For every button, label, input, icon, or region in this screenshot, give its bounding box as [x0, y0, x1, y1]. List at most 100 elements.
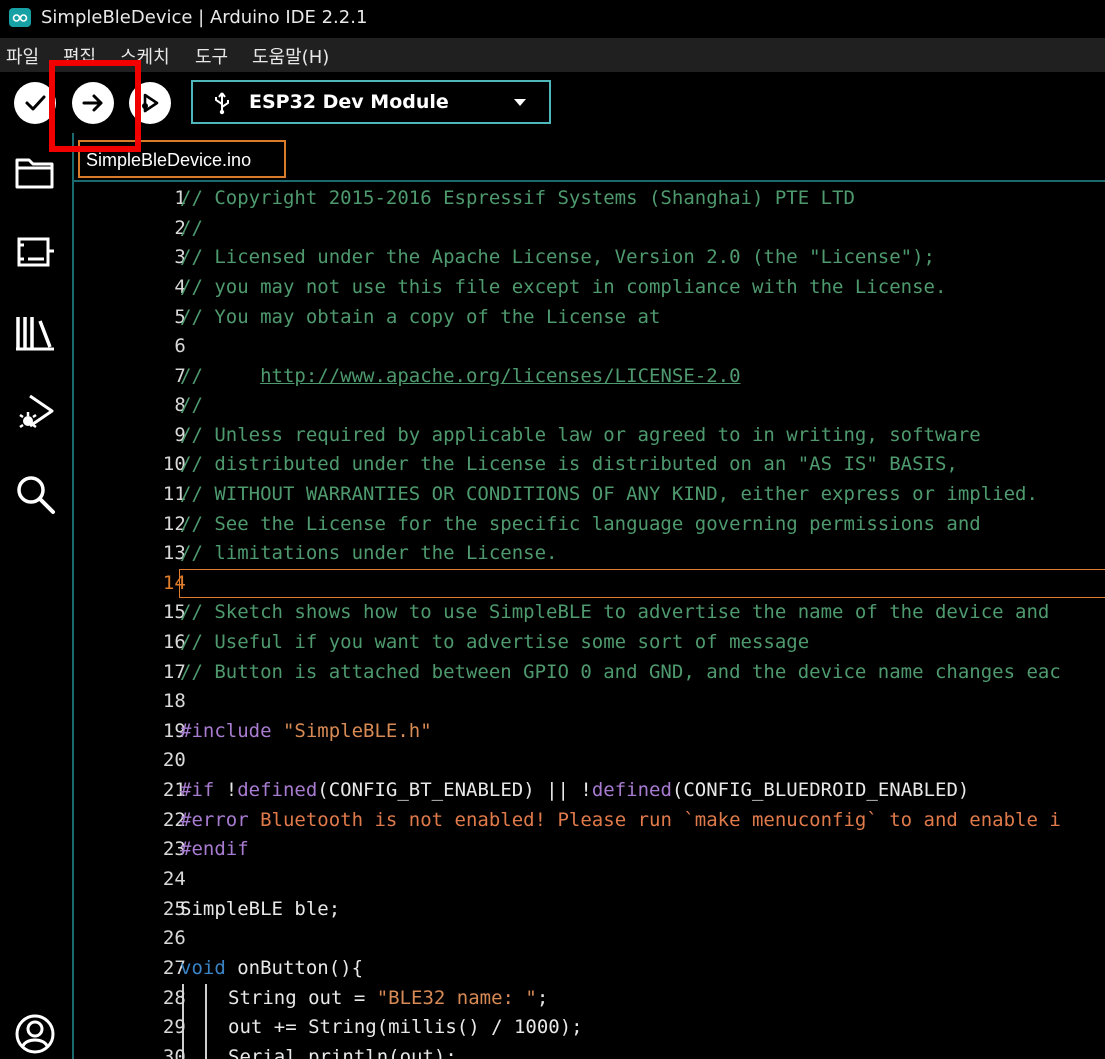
upload-icon: [82, 94, 103, 112]
line-number: 19: [162, 720, 186, 742]
line-number: 13: [162, 542, 186, 564]
line-number: 28: [162, 987, 186, 1009]
if-directive: #if: [180, 779, 215, 801]
code-text: // You may obtain a copy of the License …: [180, 306, 661, 328]
line-number: 6: [174, 335, 186, 357]
line-number: 15: [162, 601, 186, 623]
code-token: Serial: [228, 1046, 297, 1059]
code-text: // limitations under the License.: [180, 542, 558, 564]
usb-icon: [215, 92, 229, 115]
code-line: 29 out += String(millis() / 1000);: [74, 1013, 1105, 1043]
folder-icon[interactable]: [14, 151, 56, 193]
line-number: 5: [174, 306, 186, 328]
code-text: // See the License for the specific lang…: [180, 513, 981, 535]
code-text: // Sketch shows how to use SimpleBLE to …: [180, 601, 1050, 623]
line-number: 17: [162, 661, 186, 683]
code-text: void onButton(){: [180, 957, 363, 979]
code-token: (CONFIG_BT_ENABLED) || !: [317, 779, 592, 801]
code-token: ;: [536, 987, 549, 1009]
code-text: #error Bluetooth is not enabled! Please …: [180, 809, 1061, 831]
code-line: 21 #if !defined(CONFIG_BT_ENABLED) || !d…: [74, 776, 1105, 806]
menu-help[interactable]: 도움말(H): [252, 43, 329, 69]
code-line: 13 // limitations under the License.: [74, 539, 1105, 569]
code-token: .println(out);: [296, 1046, 457, 1059]
board-manager-icon[interactable]: [14, 231, 56, 273]
upload-button[interactable]: [72, 82, 114, 124]
line-number: 12: [162, 513, 186, 535]
line-number: 18: [162, 690, 186, 712]
menu-tools[interactable]: 도구: [195, 43, 228, 69]
menu-sketch[interactable]: 스케치: [120, 43, 170, 69]
code-token: out +=: [228, 1016, 309, 1038]
code-text: SimpleBLE ble;: [180, 898, 341, 920]
include-directive: #include: [180, 720, 272, 742]
verify-button[interactable]: [14, 82, 56, 124]
line-number: 30: [162, 1046, 186, 1059]
menu-edit[interactable]: 편집: [63, 43, 96, 69]
code-token: !: [214, 779, 238, 801]
board-name: ESP32 Dev Module: [249, 91, 449, 113]
code-text: Serial.println(out);: [228, 1046, 457, 1059]
title-bar: SimpleBleDevice | Arduino IDE 2.2.1: [0, 0, 1105, 38]
error-directive: #error: [180, 809, 249, 831]
tab-simplebledevice[interactable]: SimpleBleDevice.ino: [78, 140, 286, 178]
code-token: out =: [296, 987, 377, 1009]
error-message: Bluetooth is not enabled! Please run `ma…: [248, 809, 1061, 831]
include-path: "SimpleBLE.h": [282, 720, 432, 742]
debug-button[interactable]: [129, 82, 171, 124]
code-line: 8 //: [74, 391, 1105, 421]
chevron-down-icon: [514, 99, 526, 106]
account-icon[interactable]: [14, 1013, 56, 1055]
debug-run-icon[interactable]: [14, 391, 56, 433]
line-number: 21: [162, 779, 186, 801]
verify-icon: [25, 95, 46, 111]
debug-icon: [142, 93, 159, 113]
type-keyword: String: [308, 1016, 377, 1038]
code-line: 2 //: [74, 214, 1105, 244]
code-line: 20: [74, 746, 1105, 776]
code-editor[interactable]: 1 // Copyright 2015-2016 Espressif Syste…: [74, 182, 1105, 1059]
code-line: 28 String out = "BLE32 name: ";: [74, 984, 1105, 1014]
menu-file[interactable]: 파일: [6, 43, 39, 69]
line-number: 20: [162, 749, 186, 771]
code-text: // Useful if you want to advertise some …: [180, 631, 810, 653]
tab-strip: SimpleBleDevice.ino: [74, 133, 1105, 182]
line-number: 8: [174, 394, 186, 416]
line-number: 23: [162, 838, 186, 860]
line-number: 22: [162, 809, 186, 831]
code-line: 4 // you may not use this file except in…: [74, 273, 1105, 303]
line-number: 1: [174, 187, 186, 209]
search-icon[interactable]: [14, 473, 56, 515]
code-text: // distributed under the License is dist…: [180, 453, 958, 475]
void-keyword: void: [180, 957, 226, 979]
code-text: // you may not use this file except in c…: [180, 276, 947, 298]
menu-bar: 파일 편집 스케치 도구 도움말(H): [0, 38, 1105, 72]
line-number: 25: [162, 898, 186, 920]
string-literal: "BLE32 name: ": [376, 987, 537, 1009]
code-line: 15 // Sketch shows how to use SimpleBLE …: [74, 598, 1105, 628]
function-signature: onButton(){: [225, 957, 364, 979]
code-text: // http://www.apache.org/licenses/LICENS…: [180, 365, 741, 387]
board-selector[interactable]: ESP32 Dev Module: [191, 80, 551, 124]
license-link[interactable]: http://www.apache.org/licenses/LICENSE-2…: [260, 365, 740, 387]
code-line: 18: [74, 687, 1105, 717]
code-line: 12 // See the License for the specific l…: [74, 510, 1105, 540]
code-line: 19 #include "SimpleBLE.h": [74, 717, 1105, 747]
line-number: 4: [174, 276, 186, 298]
code-line: 7 // http://www.apache.org/licenses/LICE…: [74, 362, 1105, 392]
code-text: // Unless required by applicable law or …: [180, 424, 981, 446]
code-text: #if !defined(CONFIG_BT_ENABLED) || !defi…: [180, 779, 969, 801]
code-line: 27 void onButton(){: [74, 954, 1105, 984]
comment-prefix: //: [180, 365, 261, 387]
line-number: 10: [162, 453, 186, 475]
code-line-current: 14: [74, 569, 1105, 599]
library-icon[interactable]: [14, 311, 56, 353]
code-line: 23 #endif: [74, 835, 1105, 865]
code-line: 26: [74, 924, 1105, 954]
line-number: 2: [174, 217, 186, 239]
code-text: #include "SimpleBLE.h": [180, 720, 432, 742]
defined-keyword: defined: [237, 779, 318, 801]
code-text: // Button is attached between GPIO 0 and…: [180, 661, 1061, 683]
sidebar: [0, 133, 74, 1059]
endif-directive: #endif: [180, 838, 249, 860]
